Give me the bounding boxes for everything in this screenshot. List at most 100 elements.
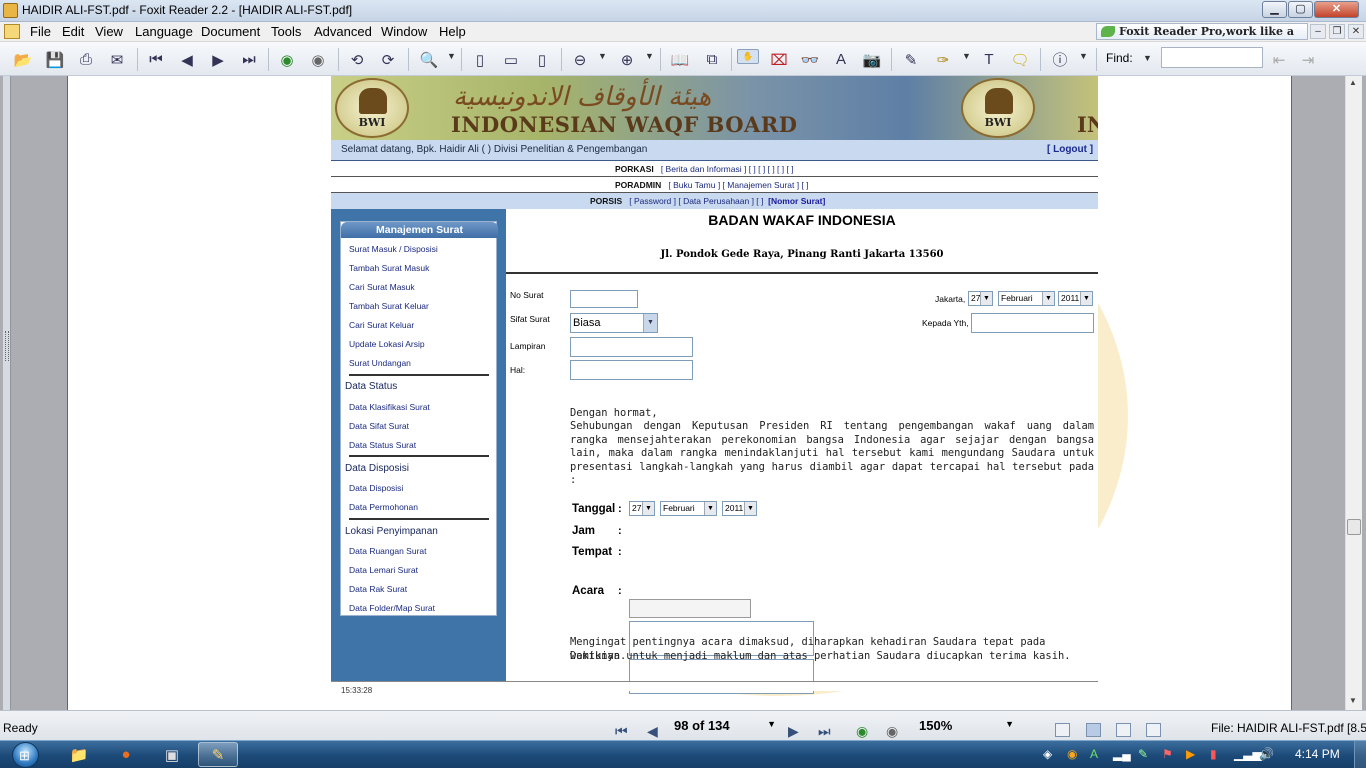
minimize-button[interactable]: ▁ [1262, 1, 1287, 18]
highlight-dropdown-icon[interactable]: ▼ [962, 51, 971, 61]
next-page-icon[interactable]: ▶ [207, 49, 229, 70]
zoom-dropdown-icon[interactable]: ▼ [447, 51, 456, 61]
find-input[interactable] [1161, 47, 1263, 68]
forward-icon[interactable]: ◉ [307, 49, 329, 70]
menu-view[interactable]: View [95, 24, 123, 39]
find-icon[interactable]: 👓 [799, 49, 821, 70]
last-page-icon[interactable]: ⏭ [238, 49, 260, 70]
info-dropdown-icon[interactable]: ▼ [1079, 51, 1088, 61]
zoom-in-dropdown-icon[interactable]: ▼ [645, 51, 654, 61]
menu-language[interactable]: Language [135, 24, 193, 39]
side-link[interactable]: Data Rak Surat [349, 584, 407, 594]
info-icon[interactable]: ⓘ [1049, 49, 1071, 70]
date-month-select[interactable]: Februari ▼ [998, 291, 1055, 306]
next-page-icon[interactable]: ▶ [788, 723, 799, 740]
side-link[interactable]: Update Lokasi Arsip [349, 339, 425, 349]
page-number-box[interactable]: 98 of 134 ▼ [668, 716, 780, 737]
vertical-scrollbar[interactable]: ▲ ▼ [1345, 76, 1362, 710]
continuous-facing-view-icon[interactable] [1146, 723, 1161, 737]
pen-tray-icon[interactable]: ✎ [1138, 747, 1148, 761]
nav-links-porkasi[interactable]: [ Berita dan Informasi ] [ ] [ ] [ ] [ ]… [661, 164, 794, 174]
media-icon[interactable]: ▣ [152, 742, 192, 767]
rotate-left-icon[interactable]: ⟲ [346, 49, 368, 70]
doc-restore-button[interactable]: ❐ [1329, 24, 1345, 39]
wifi-tray-icon[interactable]: ▁▃▅ [1234, 747, 1262, 761]
first-page-icon[interactable]: ⏮ [145, 49, 167, 70]
zoom-in-icon[interactable]: ⊕ [616, 49, 638, 70]
explorer-icon[interactable]: 📁 [59, 742, 99, 767]
menu-help[interactable]: Help [439, 24, 466, 39]
close-button[interactable]: ✕ [1314, 1, 1359, 18]
date-day-select[interactable]: 27 ▼ [968, 291, 993, 306]
date-year-select[interactable]: 2011 ▼ [1058, 291, 1093, 306]
tanggal-year-select[interactable]: 2011 ▼ [722, 501, 757, 516]
avast-tray-icon[interactable]: ◉ [1067, 747, 1077, 761]
zoom-icon[interactable]: 🔍 [418, 49, 440, 70]
first-page-icon[interactable]: ⏮ [615, 723, 628, 740]
hand-icon[interactable]: ✋ [737, 49, 759, 64]
side-link[interactable]: Data Folder/Map Surat [349, 603, 435, 613]
facing-view-icon[interactable] [1116, 723, 1131, 737]
text-tool-icon[interactable]: T [978, 49, 1000, 70]
side-link[interactable]: Data Permohonan [349, 502, 418, 512]
highlight-icon[interactable]: ✑ [932, 49, 954, 70]
menu-window[interactable]: Window [381, 24, 427, 39]
navigation-panel-handle[interactable] [3, 76, 11, 710]
side-link[interactable]: Tambah Surat Masuk [349, 263, 429, 273]
doc-minimize-button[interactable]: – [1310, 24, 1326, 39]
actual-size-icon[interactable]: ▯ [469, 49, 491, 70]
save-icon[interactable]: 💾 [44, 49, 66, 70]
action-center-tray-icon[interactable]: ⚑ [1162, 747, 1173, 761]
continuous-view-icon[interactable] [1086, 723, 1101, 737]
last-page-icon[interactable]: ⏭ [818, 723, 831, 740]
single-page-view-icon[interactable] [1055, 723, 1070, 737]
back-icon[interactable]: ◉ [856, 723, 868, 740]
typewriter-icon[interactable]: A [830, 49, 852, 70]
doc-close-button[interactable]: ✕ [1348, 24, 1364, 39]
side-link[interactable]: Cari Surat Keluar [349, 320, 414, 330]
side-link[interactable]: Data Disposisi [349, 483, 403, 493]
no-surat-field[interactable] [570, 290, 638, 308]
promo-banner[interactable]: Foxit Reader Pro,work like a pro! [1096, 23, 1308, 53]
kepada-field[interactable] [971, 313, 1094, 333]
menu-advanced[interactable]: Advanced [314, 24, 372, 39]
find-prev-icon[interactable]: ⇤ [1268, 49, 1290, 70]
side-link[interactable]: Data Lemari Surat [349, 565, 418, 575]
menu-tools[interactable]: Tools [271, 24, 301, 39]
snapshot-icon[interactable]: ⧉ [701, 49, 723, 70]
media-tray-icon[interactable]: ▶ [1186, 747, 1195, 761]
foxit-icon[interactable]: ✎ [198, 742, 238, 767]
print-icon[interactable]: ⎙ [75, 49, 97, 70]
firefox-icon[interactable]: ● [106, 742, 146, 767]
side-link[interactable]: Surat Masuk / Disposisi [349, 244, 438, 254]
menu-file[interactable]: File [30, 24, 51, 39]
hal-field[interactable] [570, 360, 693, 380]
nav-links-porsis[interactable]: [ Password ] [ Data Perusahaan ] [ ] [629, 196, 763, 206]
lampiran-field[interactable] [570, 337, 693, 357]
battery-tray-icon[interactable]: ▮ [1210, 747, 1217, 761]
show-desktop-button[interactable] [1354, 741, 1366, 768]
logout-link[interactable]: [ Logout ] [1047, 144, 1093, 155]
find-options-dropdown-icon[interactable]: ▼ [1143, 53, 1152, 63]
fit-page-icon[interactable]: ▭ [500, 49, 522, 70]
open-icon[interactable]: 📂 [12, 49, 34, 70]
back-icon[interactable]: ◉ [276, 49, 298, 70]
note-icon[interactable]: 🗨 [1009, 49, 1031, 70]
scroll-thumb[interactable] [1347, 519, 1361, 535]
email-icon[interactable]: ✉ [106, 49, 128, 70]
comment-icon[interactable]: ✎ [900, 49, 922, 70]
tanggal-month-select[interactable]: Februari ▼ [660, 501, 717, 516]
foxit-app-icon[interactable] [3, 3, 18, 18]
sifat-surat-select[interactable]: Biasa ▼ [570, 313, 658, 333]
side-link[interactable]: Data Ruangan Surat [349, 546, 427, 556]
nav-links-poradmin[interactable]: [ Buku Tamu ] [ Manajemen Surat ] [ ] [668, 180, 808, 190]
side-link[interactable]: Data Status Surat [349, 440, 416, 450]
antivirus-tray-icon[interactable]: A [1090, 747, 1098, 761]
signal-tray-icon[interactable]: ▂▄ [1113, 747, 1131, 761]
network-tray-icon[interactable]: ◈ [1043, 747, 1052, 761]
prev-page-icon[interactable]: ◀ [176, 49, 198, 70]
maximize-button[interactable]: ▢ [1288, 1, 1313, 18]
volume-tray-icon[interactable]: 🔊 [1259, 747, 1274, 761]
forward-icon[interactable]: ◉ [886, 723, 898, 740]
bookmark-icon[interactable]: 📖 [669, 49, 691, 70]
